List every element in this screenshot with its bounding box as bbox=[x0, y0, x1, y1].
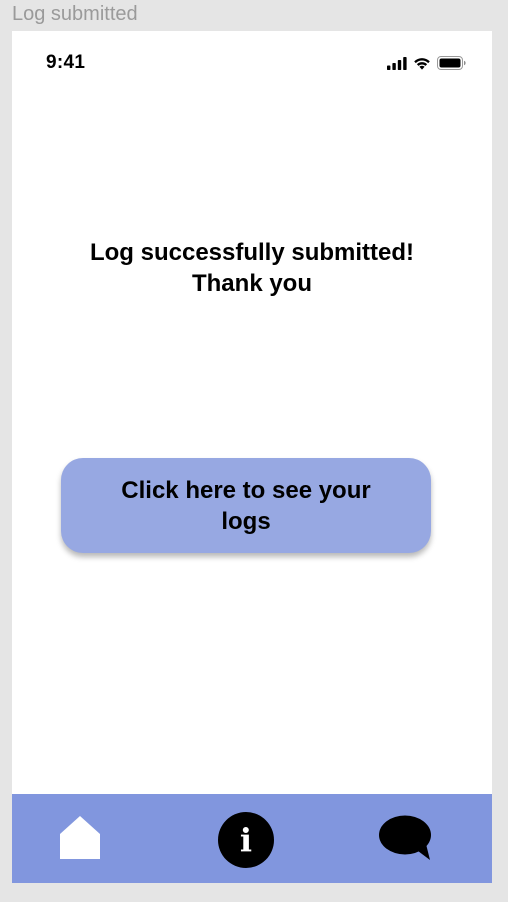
success-message: Log successfully submitted! Thank you bbox=[12, 237, 492, 299]
status-icons bbox=[387, 55, 466, 71]
info-icon-glyph: i bbox=[240, 821, 252, 859]
bottom-tab-bar: i bbox=[12, 794, 492, 883]
info-icon: i bbox=[218, 812, 274, 868]
tab-home[interactable] bbox=[58, 816, 102, 860]
wifi-icon bbox=[413, 57, 431, 70]
see-logs-button[interactable]: Click here to see your logs bbox=[61, 458, 431, 553]
see-logs-button-label: Click here to see your logs bbox=[121, 476, 371, 535]
phone-screen: 9:41 Log successfully submitted! Thank y… bbox=[12, 31, 492, 883]
chat-icon bbox=[378, 814, 434, 862]
status-time: 9:41 bbox=[46, 52, 86, 73]
frame-label: Log submitted bbox=[12, 3, 138, 25]
cellular-signal-icon bbox=[387, 56, 407, 70]
success-message-line1: Log successfully submitted! bbox=[89, 239, 415, 266]
tab-info[interactable]: i bbox=[217, 811, 275, 869]
home-icon bbox=[58, 816, 102, 860]
battery-icon bbox=[437, 56, 466, 70]
tab-chat[interactable] bbox=[378, 814, 434, 862]
success-message-line2: Thank you bbox=[191, 270, 312, 297]
status-bar: 9:41 bbox=[12, 31, 492, 95]
